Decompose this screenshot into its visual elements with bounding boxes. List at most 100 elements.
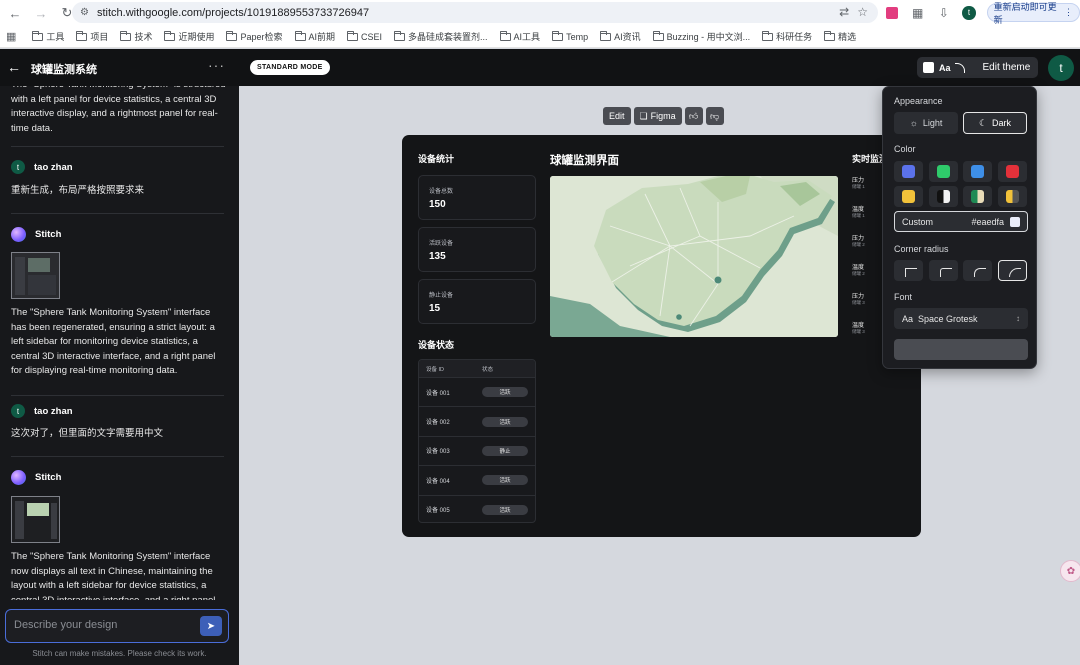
bookmark-item[interactable]: 近期使用	[164, 30, 214, 43]
bookmark-item[interactable]: Temp	[552, 30, 588, 43]
apply-theme-button[interactable]	[894, 339, 1028, 360]
color-swatch-button[interactable]	[963, 161, 992, 182]
device-id: 设备 002	[426, 420, 450, 427]
folder-icon	[499, 30, 511, 41]
color-swatch-button[interactable]	[929, 186, 958, 207]
custom-color-chip	[1010, 216, 1020, 227]
color-swatch-button[interactable]	[929, 161, 958, 182]
stat-label: 活跃设备	[429, 241, 454, 247]
profile-icon[interactable]: t	[962, 5, 976, 20]
extension-badge-icon[interactable]	[884, 5, 899, 21]
dark-mode-button[interactable]: ☾ Dark	[963, 112, 1027, 134]
radius-option-medium[interactable]	[963, 260, 992, 281]
radius-option-none[interactable]	[894, 260, 923, 281]
font-label: Font	[894, 292, 913, 302]
bookmark-item[interactable]: AI工具	[499, 30, 540, 43]
bookmark-item[interactable]: 科研任务	[762, 30, 812, 43]
font-select[interactable]: Aa Space Grotesk ↕	[894, 308, 1028, 329]
site-settings-icon[interactable]: ⚙	[80, 7, 89, 18]
thumbs-up-icon[interactable]: 👍︎	[684, 107, 703, 125]
bookmarks-bar: ▦ 工具 项目 技术 近期使用 Paper检索 AI前期 CSEI 多晶硅成套装置剂... AI…	[0, 26, 1080, 48]
bookmark-item[interactable]: 技术	[120, 30, 152, 43]
bookmark-item[interactable]: AI前期	[294, 30, 335, 43]
folder-icon	[762, 30, 774, 41]
apps-icon[interactable]: ▦	[6, 30, 16, 43]
bookmark-item[interactable]: 精选	[824, 30, 856, 43]
edit-button[interactable]: Edit	[603, 107, 631, 125]
metric-sublabel: 储罐 3	[852, 329, 865, 334]
color-swatch-chip	[902, 165, 915, 178]
table-row: 设备 005 活跃	[419, 494, 535, 522]
table-row: 设备 003 静止	[419, 435, 535, 465]
avatar[interactable]: t	[1048, 55, 1074, 81]
edit-theme-button[interactable]: Aa Edit theme	[917, 57, 1038, 78]
status-badge: 活跃	[482, 387, 528, 398]
stitch-name: Stitch	[35, 229, 62, 240]
address-bar[interactable]: ⚙ stitch.withgoogle.com/projects/1019188…	[72, 2, 878, 23]
table-row: 设备 001 活跃	[419, 377, 535, 406]
stats-heading: 设备统计	[418, 154, 455, 164]
forward-arrow-icon[interactable]: →	[30, 2, 52, 24]
color-swatch-button[interactable]	[998, 161, 1027, 182]
bookmark-item[interactable]: 项目	[76, 30, 108, 43]
more-icon[interactable]: ···	[208, 57, 225, 73]
metric-sublabel: 储罐 2	[852, 271, 865, 276]
figma-button[interactable]: ❏ Figma	[633, 107, 682, 125]
color-swatch-button[interactable]	[998, 186, 1027, 207]
stitch-message: The "Sphere Tank Monitoring System" inte…	[11, 307, 216, 376]
3d-map-view[interactable]	[550, 176, 838, 337]
metric-label: 压力	[852, 178, 865, 184]
user-header: t tao zhan	[11, 404, 73, 418]
bookmark-item[interactable]: AI资讯	[600, 30, 641, 43]
design-thumbnail[interactable]	[11, 496, 60, 543]
more-icon: ⋮	[1064, 7, 1074, 17]
bookmark-item[interactable]: Buzzing - 用中文浏...	[652, 30, 750, 43]
design-preview-frame[interactable]: 设备统计 设备总数 150 活跃设备 135 静止设备 15 设备状态 设备 ID 状态 …	[402, 135, 921, 537]
metric-label: 温度	[852, 207, 865, 213]
send-button[interactable]: ➤	[200, 616, 222, 636]
chat-input[interactable]	[14, 619, 194, 631]
stitch-header: Stitch	[11, 470, 61, 485]
translate-icon[interactable]: ⇄	[839, 5, 849, 19]
stat-card: 活跃设备 135	[418, 227, 536, 272]
chat-input-box[interactable]: ➤	[5, 609, 229, 643]
custom-color-field[interactable]: Custom #eaedfa	[894, 211, 1028, 232]
color-swatch-button[interactable]	[963, 186, 992, 207]
url-text: stitch.withgoogle.com/projects/101918895…	[96, 6, 370, 19]
stat-value: 150	[429, 199, 446, 210]
extensions-icon[interactable]: ▦	[910, 5, 925, 21]
stat-card: 设备总数 150	[418, 175, 536, 220]
back-arrow-icon[interactable]: ←	[7, 59, 21, 75]
table-header: 设备 ID 状态	[419, 360, 535, 377]
metric-label: 压力	[852, 236, 865, 242]
stat-label: 静止设备	[429, 293, 454, 299]
bookmark-item[interactable]: Paper检索	[226, 30, 283, 43]
star-icon[interactable]: ☆	[857, 5, 868, 19]
radius-option-small[interactable]	[929, 260, 958, 281]
color-swatch-button[interactable]	[894, 186, 923, 207]
moon-icon: ☾	[978, 117, 988, 128]
folder-icon	[164, 30, 176, 41]
project-title: 球罐监测系统	[31, 64, 97, 76]
update-button[interactable]: 重新启动即可更新 ⋮	[986, 2, 1080, 25]
folder-icon	[120, 30, 132, 41]
theme-color-swatch	[923, 62, 934, 73]
terrain-illustration	[550, 176, 838, 337]
radius-option-large[interactable]	[998, 260, 1027, 281]
bookmark-item[interactable]: 多晶硅成套装置剂...	[394, 30, 488, 43]
assistant-bubble-icon[interactable]: ✿	[1060, 560, 1080, 582]
user-name: tao zhan	[34, 405, 73, 417]
stitch-name: Stitch	[35, 472, 62, 483]
back-arrow-icon[interactable]: ←	[4, 2, 26, 24]
thumbs-down-icon[interactable]: 👎︎	[705, 107, 724, 125]
bookmark-item[interactable]: 工具	[32, 30, 64, 43]
color-swatch-button[interactable]	[894, 161, 923, 182]
bookmark-item[interactable]: CSEI	[347, 30, 382, 43]
light-mode-button[interactable]: ☼ Light	[894, 112, 958, 134]
device-id: 设备 001	[426, 390, 450, 397]
design-thumbnail[interactable]	[11, 252, 60, 299]
stat-card: 静止设备 15	[418, 279, 536, 324]
download-icon[interactable]: ⇩	[936, 5, 951, 21]
mode-badge[interactable]: STANDARD MODE	[250, 60, 330, 75]
stitch-header: Stitch	[11, 227, 61, 242]
